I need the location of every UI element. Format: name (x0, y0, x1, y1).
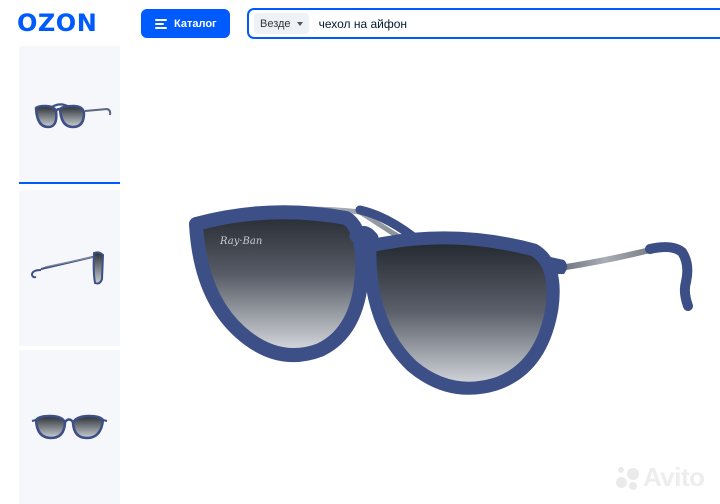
thumbnail-three-quarter-view[interactable] (19, 46, 120, 184)
avito-watermark: Avito (614, 462, 705, 493)
search-scope-dropdown[interactable]: Везде (254, 13, 309, 34)
catalog-label: Каталог (174, 17, 217, 30)
search-scope-label: Везде (260, 17, 291, 30)
sunglasses-icon (30, 251, 104, 285)
catalog-button[interactable]: Каталог (141, 9, 230, 38)
avito-dots-icon (614, 465, 640, 491)
thumbnail-front-view[interactable] (19, 350, 120, 504)
caret-down-icon (296, 21, 303, 26)
svg-text:Ray·Ban: Ray·Ban (219, 236, 262, 247)
sunglasses-image: Ray·Ban (189, 205, 693, 395)
sunglasses-icon (34, 103, 111, 129)
header: OZON Каталог Везде (0, 0, 720, 46)
sunglasses-icon (31, 414, 107, 440)
product-main-image[interactable]: Ray·Ban (150, 60, 720, 504)
search-input[interactable] (318, 16, 649, 31)
thumbnail-side-view[interactable] (19, 190, 120, 346)
search-bar: Везде (247, 8, 720, 39)
ozon-logo[interactable]: OZON (17, 9, 97, 37)
thumbnail-gallery (19, 46, 120, 504)
avito-watermark-text: Avito (643, 462, 705, 492)
menu-icon (155, 18, 167, 29)
